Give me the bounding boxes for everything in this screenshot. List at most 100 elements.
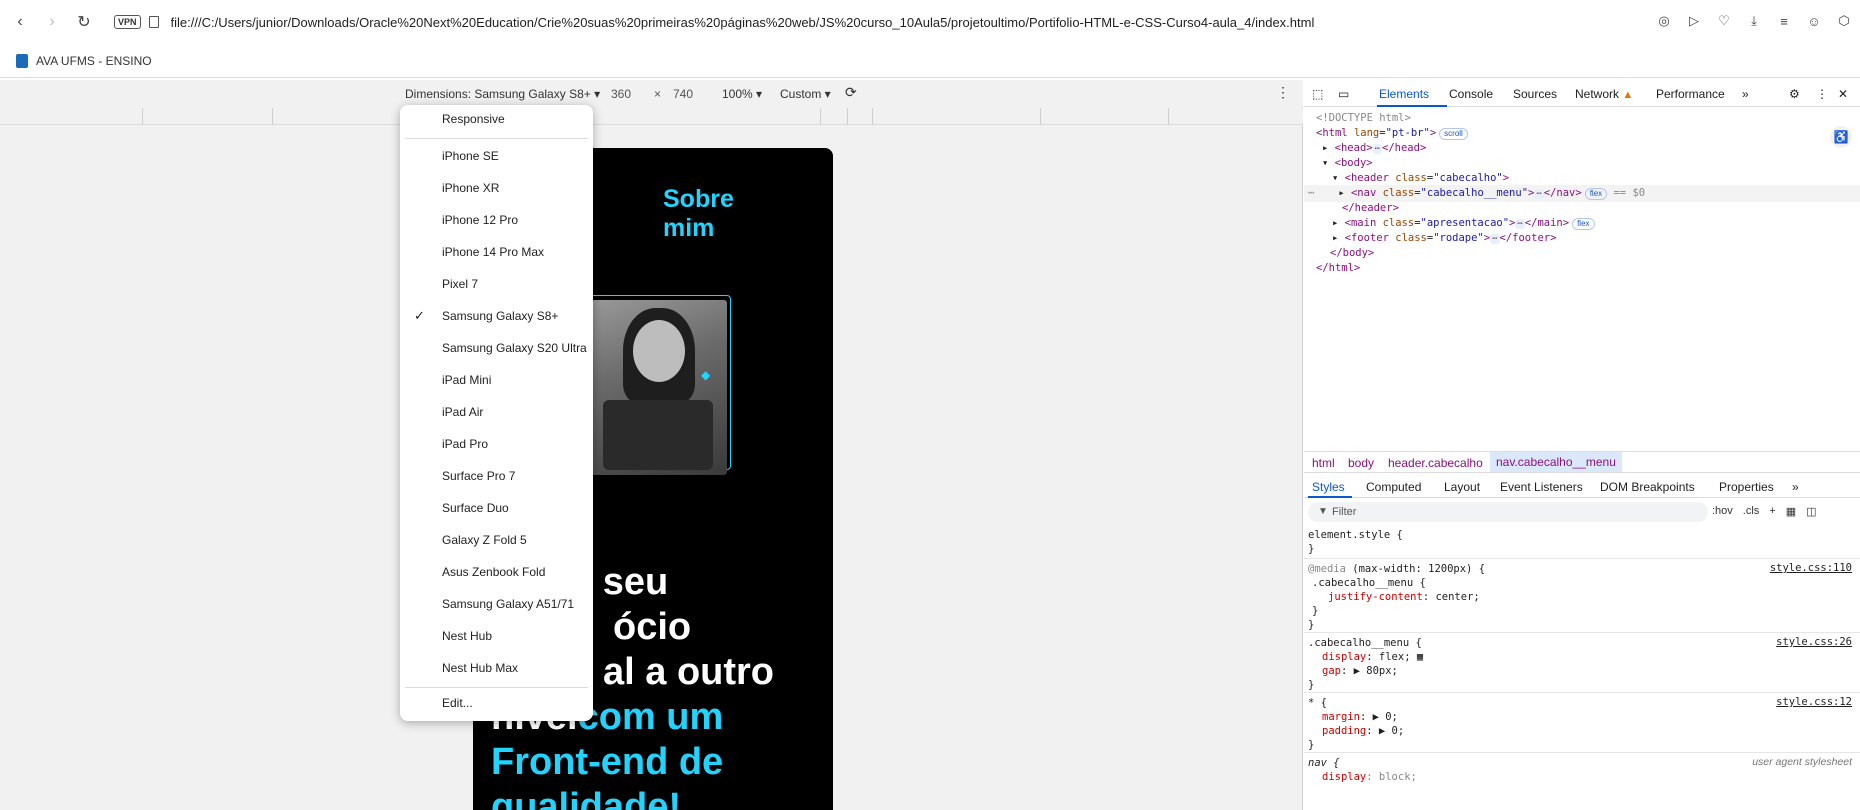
- accessibility-icon[interactable]: ♿: [1830, 126, 1852, 148]
- source-link-110[interactable]: style.css:110: [1770, 562, 1852, 574]
- tab-dom-breakpoints[interactable]: DOM Breakpoints: [1600, 480, 1695, 494]
- height-input[interactable]: 740: [673, 87, 693, 101]
- new-rule-button[interactable]: +: [1769, 505, 1775, 518]
- style-selector[interactable]: .cabecalho__menu {: [1312, 576, 1426, 590]
- crumb-nav[interactable]: nav.cabecalho__menu: [1490, 452, 1622, 472]
- reload-icon[interactable]: ↻: [72, 10, 96, 34]
- dom-html-close[interactable]: </html>: [1316, 260, 1360, 277]
- tab-layout[interactable]: Layout: [1444, 480, 1480, 494]
- device-option-iphone-14-pro-max[interactable]: iPhone 14 Pro Max: [400, 238, 593, 266]
- tab-properties[interactable]: Properties: [1719, 480, 1774, 494]
- more-options-icon[interactable]: ⋮: [1276, 84, 1290, 101]
- zoom-select[interactable]: 100% ▾: [722, 87, 762, 101]
- device-option-nest-hub-max[interactable]: Nest Hub Max: [400, 654, 593, 682]
- forward-icon[interactable]: ›: [40, 10, 64, 34]
- device-option-ipad-pro[interactable]: iPad Pro: [400, 430, 593, 458]
- source-link-12[interactable]: style.css:12: [1776, 696, 1852, 708]
- inspect-element-icon[interactable]: ⬚: [1312, 87, 1323, 101]
- cls-toggle[interactable]: .cls: [1743, 505, 1760, 518]
- throttle-select[interactable]: Custom ▾: [780, 87, 831, 101]
- crumb-body[interactable]: body: [1348, 456, 1374, 470]
- ruler-mark: [142, 108, 143, 125]
- device-option-edit[interactable]: Edit...: [400, 689, 593, 717]
- devtools-tabbar: ⬚ ▭ Elements Console Sources Network ▲ P…: [1304, 80, 1860, 107]
- browser-actions: ◎ ▷ ♡ ⤓ ≡ ☺ ⬡: [1654, 10, 1854, 32]
- bookmark-ava-ufms[interactable]: AVA UFMS - ENSINO: [36, 54, 152, 68]
- style-declaration[interactable]: margin: ▶ 0;: [1322, 710, 1398, 724]
- tab-styles[interactable]: Styles: [1312, 480, 1345, 494]
- style-declaration[interactable]: display: flex; ▦: [1322, 650, 1423, 664]
- device-option-responsive[interactable]: Responsive: [400, 105, 593, 133]
- bookmark-favicon-icon: [16, 53, 28, 68]
- style-selector[interactable]: .cabecalho__menu {: [1308, 636, 1422, 650]
- rotate-icon[interactable]: ⟳: [845, 84, 857, 101]
- style-declaration[interactable]: justify-content: center;: [1328, 590, 1480, 604]
- tab-performance[interactable]: Performance: [1656, 87, 1725, 101]
- style-declaration[interactable]: padding: ▶ 0;: [1322, 724, 1404, 738]
- filter-icon: ▼: [1318, 506, 1328, 517]
- styles-filter-input[interactable]: ▼ Filter: [1308, 502, 1708, 522]
- file-icon[interactable]: [148, 16, 159, 28]
- source-link-26[interactable]: style.css:26: [1776, 636, 1852, 648]
- play-icon[interactable]: ▷: [1684, 10, 1704, 32]
- device-option-samsung-galaxy-s8-plus[interactable]: ✓ Samsung Galaxy S8+: [400, 302, 593, 330]
- device-option-surface-pro-7[interactable]: Surface Pro 7: [400, 462, 593, 490]
- device-option-samsung-galaxy-a51[interactable]: Samsung Galaxy A51/71: [400, 590, 593, 618]
- camera-icon[interactable]: ◎: [1654, 10, 1674, 32]
- style-declaration[interactable]: display: block;: [1322, 770, 1417, 784]
- device-option-iphone-12-pro[interactable]: iPhone 12 Pro: [400, 206, 593, 234]
- device-option-ipad-air[interactable]: iPad Air: [400, 398, 593, 426]
- device-option-surface-duo[interactable]: Surface Duo: [400, 494, 593, 522]
- device-option-iphone-se[interactable]: iPhone SE: [400, 142, 593, 170]
- device-toggle-icon[interactable]: ▭: [1338, 87, 1349, 101]
- devtools-menu-icon[interactable]: ⋮: [1816, 87, 1828, 101]
- back-icon[interactable]: ‹: [8, 10, 32, 34]
- download-icon[interactable]: ⤓: [1744, 10, 1764, 32]
- paint-icon[interactable]: ▦: [1786, 505, 1796, 518]
- style-element-style[interactable]: element.style {: [1308, 528, 1403, 542]
- vpn-badge[interactable]: VPN: [114, 15, 141, 29]
- devtools-panel: ⬚ ▭ Elements Console Sources Network ▲ P…: [1304, 80, 1860, 810]
- more-subtabs-icon[interactable]: »: [1792, 480, 1799, 494]
- style-selector[interactable]: nav {: [1308, 756, 1340, 770]
- filter-tools: :hov .cls + ▦ ◫: [1712, 505, 1817, 518]
- width-input[interactable]: 360: [611, 87, 631, 101]
- address-bar[interactable]: file:///C:/Users/junior/Downloads/Oracle…: [171, 15, 1591, 30]
- heart-icon[interactable]: ♡: [1714, 10, 1734, 32]
- tab-computed[interactable]: Computed: [1366, 480, 1421, 494]
- times-sign: ×: [654, 87, 662, 101]
- style-declaration[interactable]: gap: ▶ 80px;: [1322, 664, 1398, 678]
- tab-elements[interactable]: Elements: [1379, 87, 1429, 101]
- close-icon[interactable]: ✕: [1838, 87, 1848, 101]
- tab-network[interactable]: Network ▲: [1575, 87, 1633, 101]
- device-option-nest-hub[interactable]: Nest Hub: [400, 622, 593, 650]
- device-option-asus-zenbook-fold[interactable]: Asus Zenbook Fold: [400, 558, 593, 586]
- rule-separator: [1304, 632, 1860, 633]
- extensions-icon[interactable]: ⬡: [1834, 10, 1854, 32]
- style-media-rule[interactable]: @media (max-width: 1200px) {: [1308, 562, 1485, 576]
- hov-toggle[interactable]: :hov: [1712, 505, 1733, 518]
- device-option-galaxy-z-fold-5[interactable]: Galaxy Z Fold 5: [400, 526, 593, 554]
- crumb-header[interactable]: header.cabecalho: [1388, 456, 1483, 470]
- device-option-samsung-galaxy-s20-ultra[interactable]: Samsung Galaxy S20 Ultra: [400, 334, 593, 362]
- more-tabs-icon[interactable]: »: [1742, 87, 1749, 101]
- ruler-mark: [1168, 108, 1169, 125]
- sidebar-toggle-icon[interactable]: ◫: [1806, 505, 1816, 518]
- tab-event-listeners[interactable]: Event Listeners: [1500, 480, 1583, 494]
- brace: }: [1308, 619, 1315, 631]
- tab-console[interactable]: Console: [1449, 87, 1493, 101]
- profile-icon[interactable]: ☺: [1804, 10, 1824, 32]
- crumb-html[interactable]: html: [1312, 456, 1335, 470]
- dimensions-select[interactable]: Dimensions: Samsung Galaxy S8+ ▾: [405, 87, 600, 101]
- nav-link-sobre-mim[interactable]: Sobre mim: [663, 185, 734, 243]
- tab-sources[interactable]: Sources: [1513, 87, 1557, 101]
- ruler-mark: [1040, 108, 1041, 125]
- styles-tabbar: Styles Computed Layout Event Listeners D…: [1304, 474, 1860, 498]
- menu-icon[interactable]: ≡: [1774, 10, 1794, 32]
- device-option-pixel-7[interactable]: Pixel 7: [400, 270, 593, 298]
- device-option-iphone-xr[interactable]: iPhone XR: [400, 174, 593, 202]
- media-query-ruler[interactable]: [0, 108, 1303, 125]
- device-option-ipad-mini[interactable]: iPad Mini: [400, 366, 593, 394]
- settings-gear-icon[interactable]: ⚙: [1789, 87, 1800, 101]
- style-selector[interactable]: * {: [1308, 696, 1327, 710]
